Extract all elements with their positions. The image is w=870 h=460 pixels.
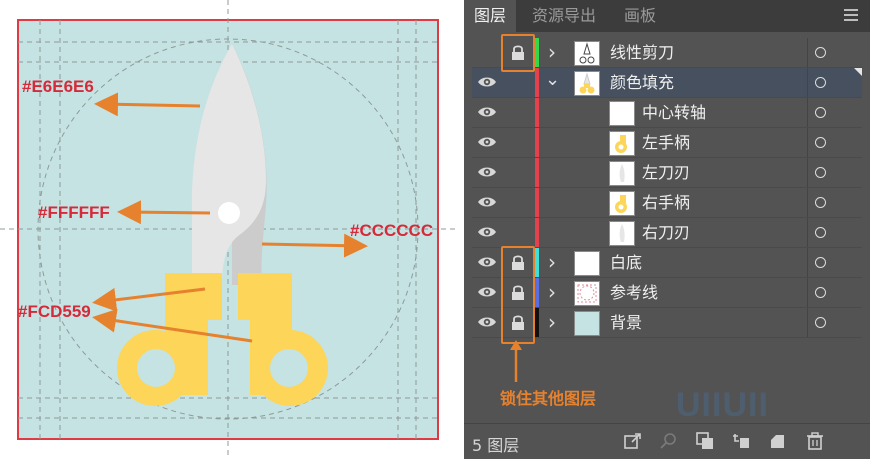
layers-panel: 图层 资源导出 画板 › 线性剪刀 ⌄ 颜色填充 中心转轴 左手柄 左刀刃 右手柄 右刀刃 › 白底… <box>464 0 870 459</box>
target-circle-icon[interactable] <box>815 317 826 328</box>
layer-color-bar <box>535 218 539 247</box>
column-divider <box>807 38 808 67</box>
chevron-right-icon[interactable]: › <box>545 252 559 272</box>
column-divider <box>807 248 808 277</box>
annotation-shadow-color: #CCCCCC <box>350 221 434 240</box>
search-icon[interactable] <box>660 432 678 450</box>
layer-row[interactable]: 右手柄 <box>472 188 862 218</box>
eye-icon[interactable] <box>477 314 497 330</box>
column-divider <box>807 188 808 217</box>
column-divider <box>807 128 808 157</box>
column-divider <box>807 98 808 127</box>
layer-thumbnail <box>574 311 600 336</box>
layer-name[interactable]: 右手柄 <box>642 188 690 217</box>
tab-layers[interactable]: 图层 <box>464 0 517 32</box>
watermark: UIIUII <box>676 386 769 424</box>
selection-corner-icon <box>854 68 862 76</box>
layer-thumbnail <box>609 221 635 246</box>
annotation-top-blade-color: #E6E6E6 <box>22 77 94 96</box>
chevron-right-icon[interactable]: › <box>545 282 559 302</box>
chevron-down-icon[interactable]: ⌄ <box>545 71 560 91</box>
target-circle-icon[interactable] <box>815 137 826 148</box>
column-divider <box>807 158 808 187</box>
panel-tab-bar: 图层 资源导出 画板 <box>464 0 870 32</box>
layer-row[interactable]: 左手柄 <box>472 128 862 158</box>
layer-color-bar <box>535 68 539 97</box>
chevron-right-icon[interactable]: › <box>545 42 559 62</box>
layer-color-bar <box>535 98 539 127</box>
eye-icon[interactable] <box>477 74 497 90</box>
eye-icon[interactable] <box>477 194 497 210</box>
layer-row[interactable]: 中心转轴 <box>472 98 862 128</box>
column-divider <box>807 308 808 337</box>
layer-thumbnail <box>609 101 635 126</box>
target-circle-icon[interactable] <box>815 197 826 208</box>
layer-thumbnail <box>574 71 600 96</box>
target-circle-icon[interactable] <box>815 167 826 178</box>
layer-thumbnail <box>574 281 600 306</box>
layer-thumbnail <box>609 161 635 186</box>
layer-name[interactable]: 右刀刃 <box>642 218 690 247</box>
eye-icon[interactable] <box>477 104 497 120</box>
pivot-dot <box>218 202 240 224</box>
layer-thumbnail <box>574 251 600 276</box>
layer-row[interactable]: 左刀刃 <box>472 158 862 188</box>
eye-icon[interactable] <box>477 164 497 180</box>
layer-name[interactable]: 左手柄 <box>642 128 690 157</box>
target-circle-icon[interactable] <box>815 77 826 88</box>
eye-icon[interactable] <box>477 254 497 270</box>
sublayer-icon[interactable] <box>732 432 750 450</box>
layer-thumbnail <box>574 41 600 66</box>
layer-name[interactable]: 背景 <box>610 308 642 337</box>
layer-color-bar <box>535 38 539 67</box>
annotation-handle-color: #FCD559 <box>18 302 91 321</box>
column-divider <box>807 68 808 97</box>
layer-color-bar <box>535 248 539 277</box>
annotation-pivot-color: #FFFFFF <box>38 203 110 222</box>
layer-color-bar <box>535 278 539 307</box>
artboard-illustration: #E6E6E6 #FFFFFF #CCCCCC #FCD559 <box>0 0 458 459</box>
clip-mask-icon[interactable] <box>696 432 714 450</box>
layer-thumbnail <box>609 131 635 156</box>
tab-asset-export[interactable]: 资源导出 <box>532 0 596 32</box>
layer-color-bar <box>535 188 539 217</box>
lock-note: 锁住其他图层 <box>500 389 597 408</box>
target-circle-icon[interactable] <box>815 257 826 268</box>
right-handle-hole <box>270 349 308 387</box>
panel-footer: 5 图层 <box>464 423 870 460</box>
layer-name[interactable]: 颜色填充 <box>610 68 674 97</box>
new-layer-icon[interactable] <box>768 432 786 450</box>
layer-name[interactable]: 中心转轴 <box>642 98 706 127</box>
target-circle-icon[interactable] <box>815 47 826 58</box>
target-circle-icon[interactable] <box>815 107 826 118</box>
layer-thumbnail <box>609 191 635 216</box>
trash-icon[interactable] <box>806 432 824 450</box>
layer-name[interactable]: 白底 <box>610 248 642 277</box>
column-divider <box>807 218 808 247</box>
layer-name[interactable]: 参考线 <box>610 278 658 307</box>
lock-callout-top <box>501 34 535 72</box>
layer-color-bar <box>535 128 539 157</box>
layer-color-bar <box>535 308 539 337</box>
layer-row[interactable]: 右刀刃 <box>472 218 862 248</box>
target-circle-icon[interactable] <box>815 287 826 298</box>
hamburger-icon[interactable] <box>844 9 858 21</box>
eye-icon[interactable] <box>477 224 497 240</box>
layer-count: 5 图层 <box>472 436 520 455</box>
layer-color-bar <box>535 158 539 187</box>
tab-artboards[interactable]: 画板 <box>624 0 656 32</box>
eye-icon[interactable] <box>477 284 497 300</box>
layer-row[interactable]: ⌄ 颜色填充 <box>472 68 862 98</box>
target-circle-icon[interactable] <box>815 227 826 238</box>
column-divider <box>807 278 808 307</box>
lock-callout-bottom <box>501 246 535 344</box>
chevron-right-icon[interactable]: › <box>545 312 559 332</box>
layer-name[interactable]: 左刀刃 <box>642 158 690 187</box>
left-handle-hole <box>137 349 175 387</box>
lock-callout-arrow <box>510 340 522 382</box>
layer-name[interactable]: 线性剪刀 <box>610 38 674 67</box>
export-icon[interactable] <box>624 432 642 450</box>
eye-icon[interactable] <box>477 134 497 150</box>
